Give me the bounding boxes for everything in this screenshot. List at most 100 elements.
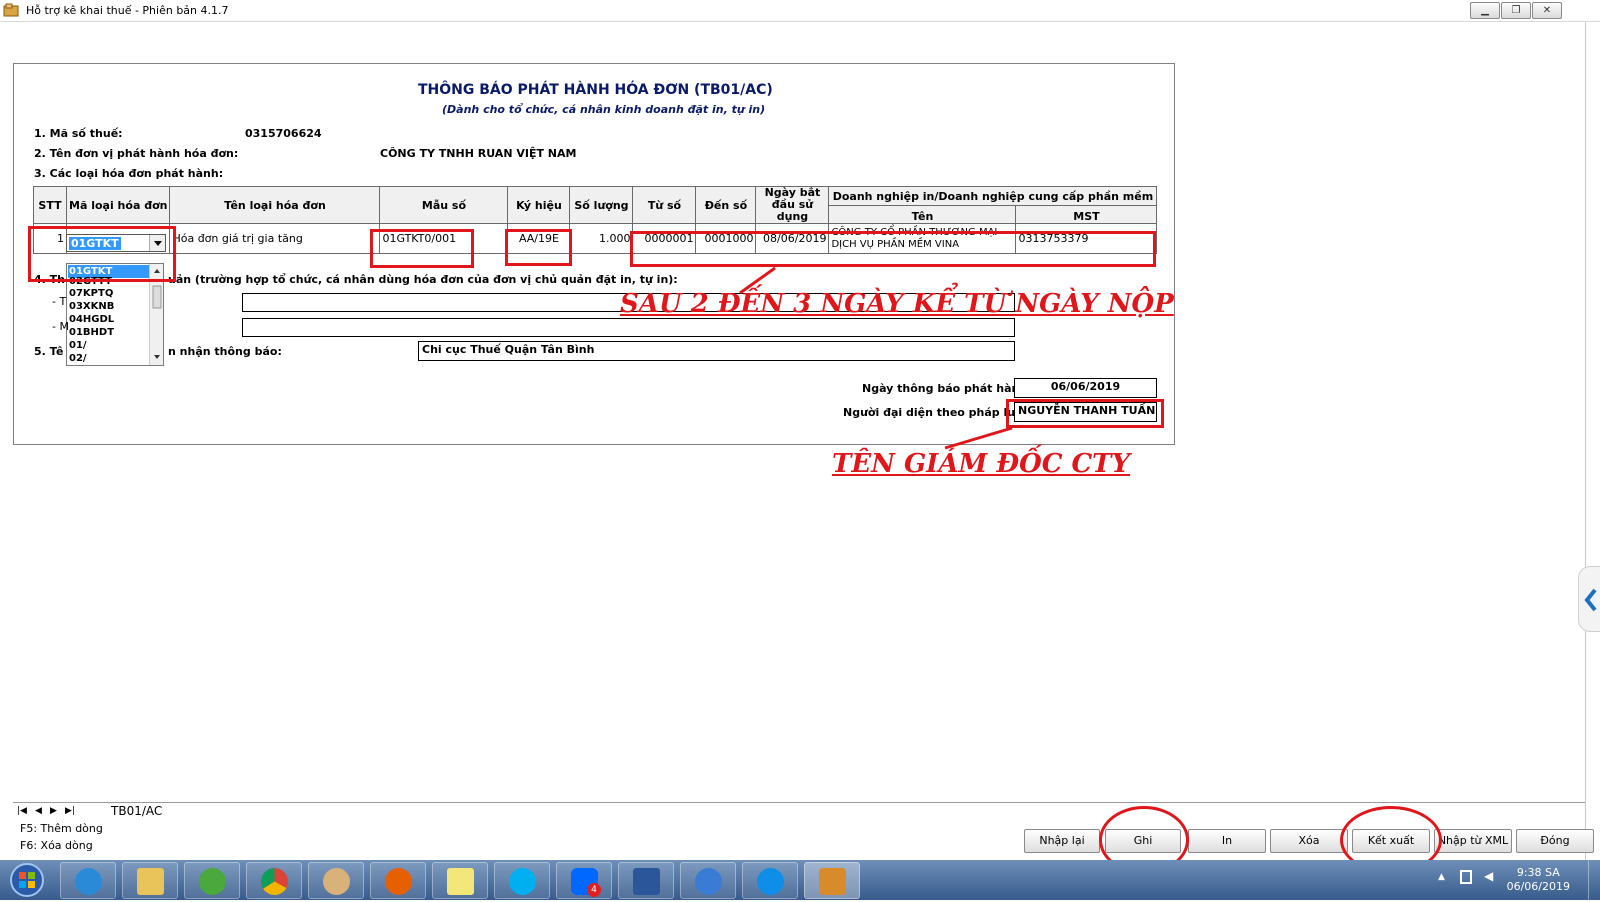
volume-icon[interactable]: ◀ [1484,869,1493,883]
windows-start-icon [10,863,44,897]
taskbar-zalo[interactable]: 4 [556,862,612,899]
import-xml-button[interactable]: Nhập từ XML [1434,829,1512,853]
paint-icon [323,868,350,895]
parent-unit-taxcode-input[interactable] [242,318,1015,337]
cell-name[interactable]: Hóa đơn giá trị gia tăng [169,223,381,254]
taskbar-chrome[interactable] [246,862,302,899]
side-panel-toggle[interactable] [1578,566,1600,632]
cell-stt: 1 [33,223,67,254]
cell-provider-name[interactable]: CÔNG TY CỔ PHẦN THƯƠNG MẠI DỊCH VỤ PHẦN … [828,223,1017,254]
cell-symbol[interactable]: AA/19E [507,223,571,254]
combobox-dropdown-button[interactable] [149,235,165,251]
section5-label-b: n nhận thông báo: [168,345,282,358]
zalo-badge: 4 [587,883,601,897]
taskbar-paint[interactable] [308,862,364,899]
restore-icon[interactable]: ❐ [1501,2,1531,19]
htkk-icon [819,868,846,895]
col-header-stt: STT [33,186,67,224]
right-border [1585,22,1586,860]
system-clock[interactable]: 9:38 SA 06/06/2019 [1507,866,1570,894]
close-button[interactable]: Đóng [1516,829,1594,853]
window-title: Hỗ trợ kê khai thuế - Phiên bản 4.1.7 [26,4,229,17]
invoice-table: STT Mã loại hóa đơn Tên loại hóa đơn Mẫu… [33,186,1158,254]
representative-input[interactable]: NGUYỄN THANH TUẤN [1014,402,1157,422]
show-desktop-button[interactable] [1588,860,1600,900]
skype-icon [509,868,536,895]
next-sheet-icon[interactable]: ▶ [50,806,57,816]
last-sheet-icon[interactable]: ▶| [65,806,75,816]
col-header-symbol: Ký hiệu [507,186,571,224]
cell-qty[interactable]: 1.000 [569,223,634,254]
dropdown-option[interactable]: 01BHDT [68,326,150,339]
col-header-from: Từ số [632,186,697,224]
receiving-agency-input[interactable]: Chi cục Thuế Quận Tân Bình [418,341,1015,361]
cell-from[interactable]: 0000001 [632,223,697,254]
taskbar-htkk[interactable] [804,862,860,899]
clock-date: 06/06/2019 [1506,880,1570,893]
taskbar-remote-desktop[interactable] [680,862,736,899]
cell-form[interactable]: 01GTKT0/001 [379,223,509,254]
tray-expand-icon[interactable]: ▲ [1438,872,1445,882]
start-button[interactable] [4,862,50,899]
export-button[interactable]: Kết xuất [1352,829,1430,853]
chrome-icon [261,868,288,895]
firefox-icon [385,868,412,895]
dropdown-scrollbar[interactable] [149,264,163,365]
cell-to[interactable]: 0001000 [695,223,757,254]
taskbar-coccoc[interactable] [184,862,240,899]
col-header-name: Tên loại hóa đơn [169,186,381,224]
provider-name-line1: CÔNG TY CỔ PHẦN THƯƠNG MẠI [831,226,998,238]
taskbar-skype[interactable] [494,862,550,899]
minimize-icon[interactable]: ▁ [1470,2,1500,19]
dropdown-option[interactable]: 03XKNB [68,300,150,313]
tax-code-value: 0315706624 [245,127,322,140]
col-header-provider: Doanh nghiệp in/Doanh nghiệp cung cấp ph… [828,186,1158,206]
save-button[interactable]: Ghi [1105,829,1181,853]
prev-sheet-icon[interactable]: ◀ [35,806,42,816]
dropdown-option[interactable]: 01/ [68,339,150,352]
annotation-note-days: SAU 2 ĐẾN 3 NGÀY KỂ TỪ NGÀY NỘP [620,289,1174,319]
form-subtitle: (Dành cho tổ chức, cá nhân kinh doanh đặ… [442,103,766,116]
print-button[interactable]: In [1188,829,1266,853]
taskbar-teamviewer[interactable] [742,862,798,899]
col-header-code: Mã loại hóa đơn [65,186,171,224]
sheet-tab-tb01ac[interactable]: TB01/AC [97,803,177,820]
col-header-provider-name: Tên [828,205,1017,224]
issuer-value: CÔNG TY TNHH RUAN VIỆT NAM [380,147,577,160]
reset-button[interactable]: Nhập lại [1024,829,1100,853]
section4-line1-prefix: - T [52,295,67,308]
table-header-row: STT Mã loại hóa đơn Tên loại hóa đơn Mẫu… [33,186,1158,224]
cell-start-date[interactable]: 08/06/2019 [755,223,830,254]
section4-line2-prefix: - M [52,320,69,333]
invoice-code-combobox[interactable]: 01GTKT [66,234,166,252]
form-title: THÔNG BÁO PHÁT HÀNH HÓA ĐƠN (TB01/AC) [418,82,773,98]
taskbar-ie[interactable] [60,862,116,899]
section5-label-a: 5. Tê [34,345,64,358]
delete-button[interactable]: Xóa [1270,829,1348,853]
first-sheet-icon[interactable]: |◀ [17,806,27,816]
section4-label-a: 4. Th [34,273,65,286]
taskbar-firefox[interactable] [370,862,426,899]
close-icon[interactable]: ✕ [1532,2,1562,19]
sticky-notes-icon [447,868,474,895]
dropdown-option[interactable]: 02/ [68,352,150,365]
representative-label: Người đại diện theo pháp luật: [843,406,1033,419]
dropdown-option[interactable]: 04HGDL [68,313,150,326]
teamviewer-icon [757,868,784,895]
dropdown-option[interactable]: 07KPTQ [68,287,150,300]
chevron-left-icon [1584,588,1597,612]
provider-name-line2: DỊCH VỤ PHẦN MỀM VINA [831,238,960,250]
cell-provider-tax[interactable]: 0313753379 [1015,223,1158,254]
remote-desktop-icon [695,868,722,895]
taskbar-sticky-notes[interactable] [432,862,488,899]
issue-date-input[interactable]: 06/06/2019 [1014,378,1157,398]
taskbar-word[interactable] [618,862,674,899]
tray-flag-icon[interactable] [1460,870,1472,884]
hint-delete-row: F6: Xóa dòng [20,839,93,852]
invoice-types-label: 3. Các loại hóa đơn phát hành: [34,167,224,180]
clock-time: 9:38 SA [1516,866,1560,879]
col-header-to: Đến số [695,186,757,224]
taskbar-explorer[interactable] [122,862,178,899]
folder-icon [137,868,164,895]
title-bar: Hỗ trợ kê khai thuế - Phiên bản 4.1.7 ▁ … [0,0,1600,22]
